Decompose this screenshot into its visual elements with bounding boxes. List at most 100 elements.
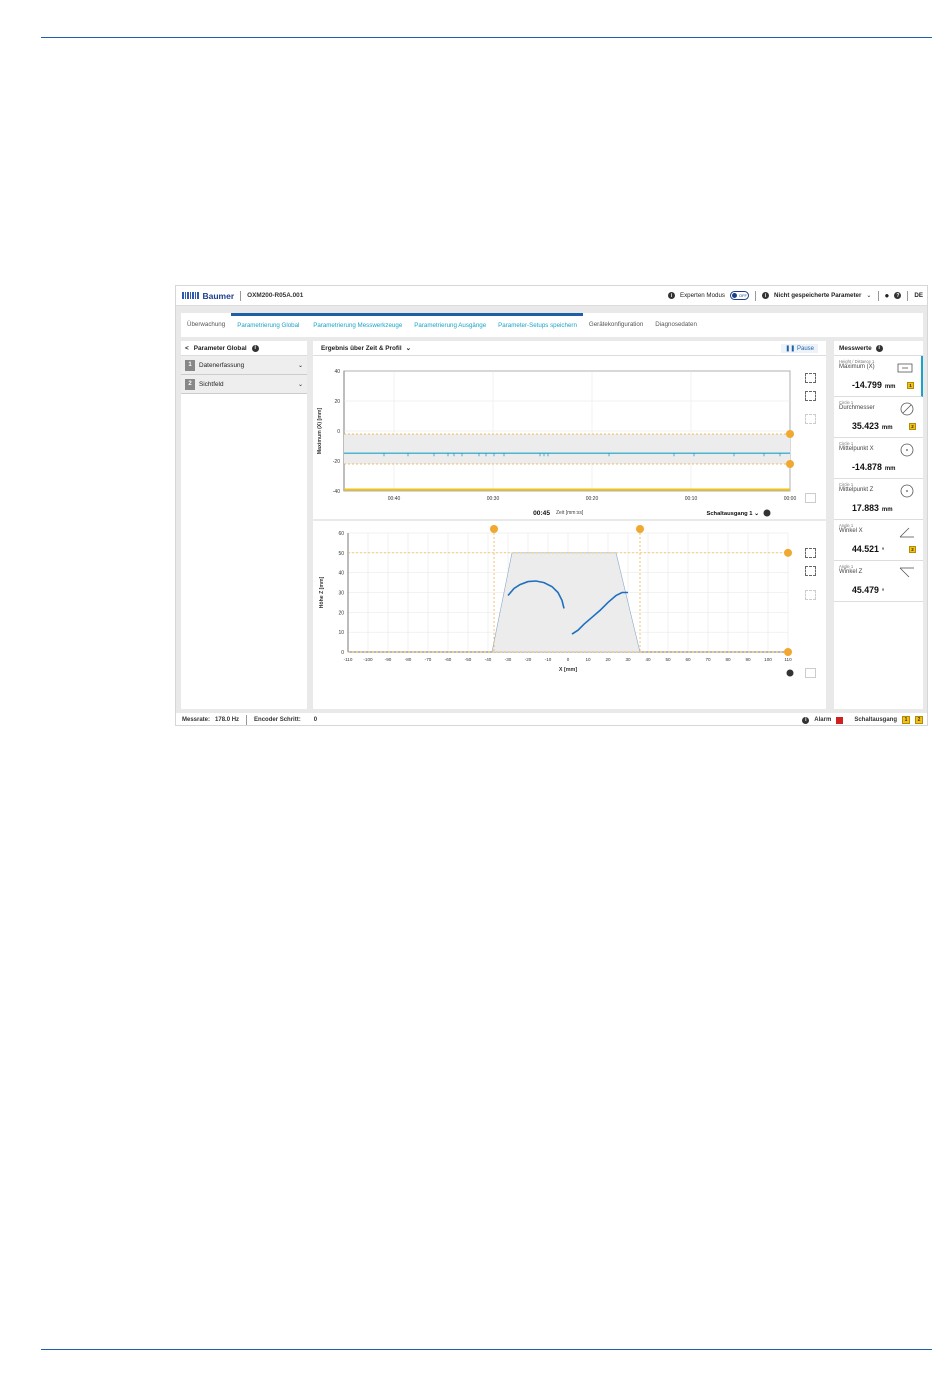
y-tick-label: -20	[333, 459, 340, 465]
device-name: OXM200-R05A.001	[247, 292, 304, 299]
tab-diagnosedaten[interactable]: Diagnosedaten	[649, 313, 703, 337]
z-zero-limit-handle	[784, 648, 792, 656]
x-tick-label: -100	[363, 657, 373, 662]
info-icon[interactable]: i	[762, 292, 769, 299]
x-tick-label: -10	[545, 657, 552, 662]
chevron-down-icon[interactable]: ⌄	[866, 292, 871, 299]
angle-icon	[899, 567, 914, 578]
divider	[877, 290, 879, 301]
save-icon[interactable]	[805, 668, 816, 678]
x-tick-label: 10	[585, 657, 591, 662]
info-icon[interactable]: i	[802, 716, 810, 724]
back-button[interactable]: <	[185, 345, 189, 352]
x-tick-label: 00:20	[586, 496, 599, 502]
user-icon[interactable]: ●	[885, 291, 890, 300]
x-tick-label: -30	[505, 657, 512, 662]
tab-geraetekonfiguration[interactable]: Gerätekonfiguration	[583, 313, 649, 337]
y-tick-label: 40	[334, 369, 340, 375]
x-tick-label: 00:40	[388, 496, 401, 502]
angle-icon	[899, 527, 914, 538]
measurements-panel: Messwerte i Height / Distance 1 Maximum (…	[834, 341, 923, 709]
measurement-card[interactable]: Circle 1 Mittelpunkt X -14.878 mm	[834, 438, 923, 479]
x-tick-label: -110	[344, 657, 353, 662]
tab-ueberwachung[interactable]: Überwachung	[181, 313, 231, 337]
measurement-card[interactable]: Circle 1 Durchmesser 35.423 mm 2	[834, 397, 923, 438]
measurement-value-row: 35.423 mm	[852, 421, 893, 431]
tab-parametrierung-messwerkzeuge[interactable]: Parametrierung Messwerkzeuge	[307, 313, 409, 337]
divider	[246, 715, 248, 725]
measurement-value-row: -14.878 mm	[852, 462, 896, 472]
time-value: 00:45	[533, 510, 550, 517]
auto-zoom-icon[interactable]	[805, 391, 816, 401]
select-zoom-icon[interactable]	[805, 548, 816, 558]
divider	[755, 290, 756, 301]
select-zoom-icon[interactable]	[805, 373, 816, 383]
y-tick-label: 0	[341, 650, 344, 656]
upper-limit-handle	[786, 430, 794, 438]
profile-chart[interactable]: 6050403020100-110 -100 -90 -80 -70 -60 -50 -40-…	[313, 521, 826, 709]
y-tick-label: 10	[338, 630, 344, 636]
output-select: Schaltausgang 1 ⌄	[706, 511, 759, 517]
x-tick-label: 70	[705, 657, 711, 662]
measurement-unit: mm	[884, 384, 896, 390]
output-2-indicator: 2	[915, 716, 923, 724]
chevron-down-icon[interactable]: ⌄	[406, 344, 411, 352]
rate-label: Messrate:	[182, 717, 211, 723]
view-select[interactable]: Ergebnis über Zeit & Profil	[321, 345, 402, 352]
x-tick-label: 50	[665, 657, 671, 662]
unsaved-parameters[interactable]: Nicht gespeicherte Parameter	[774, 292, 861, 299]
output-1-indicator: 1	[902, 716, 910, 724]
measurement-value-row: -14.799 mm	[852, 380, 896, 390]
help-icon[interactable]: ?	[894, 292, 902, 299]
x-limit-handle	[636, 525, 644, 533]
tab-parameter-setups-speichern[interactable]: Parameter-Setups speichern	[492, 313, 583, 337]
screenshot-frame: Baumer OXM200-R05A.001 i Experten Modus …	[175, 285, 928, 726]
measurement-card[interactable]: Height / Distance 1 Maximum (X) -14.799 mm 1	[834, 356, 923, 397]
info-icon[interactable]: i	[875, 344, 883, 352]
divider	[240, 290, 242, 301]
time-chart[interactable]: 40 20 0 -20 -40 00:40 00:30 00:20 00:10 00:00 Maxi…	[313, 357, 826, 527]
alarm-indicator	[836, 716, 844, 724]
rate-value: 178.0 Hz	[215, 717, 240, 723]
output-badge: 2	[909, 423, 916, 430]
y-tick-label: 30	[338, 591, 344, 597]
save-icon[interactable]	[805, 493, 816, 503]
fit-view-icon[interactable]	[805, 590, 816, 600]
status-bar: Messrate: 178.0 Hz Encoder Schritt: 0 i …	[176, 713, 927, 725]
measurement-card[interactable]: Angle 1 Winkel X 44.521 ° 2	[834, 520, 923, 561]
divider	[907, 290, 909, 301]
measurement-value: -14.799	[852, 380, 882, 390]
measurement-card[interactable]: Angle 1 Winkel Z 45.479 °	[834, 561, 923, 602]
info-icon[interactable]: i	[667, 292, 675, 299]
measurement-value-row: 45.479 °	[852, 585, 884, 595]
limit-band	[344, 434, 790, 464]
settings-zoom-icon[interactable]	[805, 566, 816, 576]
footer-rule	[41, 1349, 932, 1350]
section-datenerfassung[interactable]: 1 Datenerfassung ⌄	[181, 356, 307, 375]
measurement-value: 35.423	[852, 421, 879, 431]
header-rule	[41, 37, 932, 38]
measurement-card[interactable]: Circle 1 Mittelpunkt Z 17.883 mm	[834, 479, 923, 520]
pause-button[interactable]: ❚❚ Pause	[781, 343, 818, 353]
top-bar: Baumer OXM200-R05A.001 i Experten Modus …	[176, 286, 927, 306]
x-tick-label: 110	[784, 657, 792, 662]
tab-parametrierung-ausgaenge[interactable]: Parametrierung Ausgänge	[408, 313, 493, 337]
encoder-value: 0	[313, 717, 318, 723]
expert-mode-toggle[interactable]: OFF	[730, 291, 749, 300]
x-tick-label: -40	[485, 657, 492, 662]
tab-parametrierung-global[interactable]: Parametrierung Global	[231, 313, 308, 337]
x-tick-label: 90	[745, 657, 751, 662]
measurement-unit: mm	[881, 425, 893, 431]
main-tabs: Überwachung Parametrierung Global Parame…	[181, 313, 923, 337]
measurements-header: Messwerte i	[834, 341, 923, 356]
fit-view-icon[interactable]	[805, 414, 816, 424]
x-tick-label: 80	[725, 657, 731, 662]
measurement-value-row: 17.883 mm	[852, 503, 893, 513]
x-tick-label: -80	[405, 657, 412, 662]
language-select[interactable]: DE	[914, 292, 923, 299]
info-icon[interactable]: i	[251, 344, 259, 352]
section-sichtfeld[interactable]: 2 Sichtfeld ⌄	[181, 375, 307, 394]
x-tick-label: -70	[425, 657, 432, 662]
brand-name: Baumer	[202, 290, 235, 301]
section-label: Sichtfeld	[199, 380, 224, 388]
